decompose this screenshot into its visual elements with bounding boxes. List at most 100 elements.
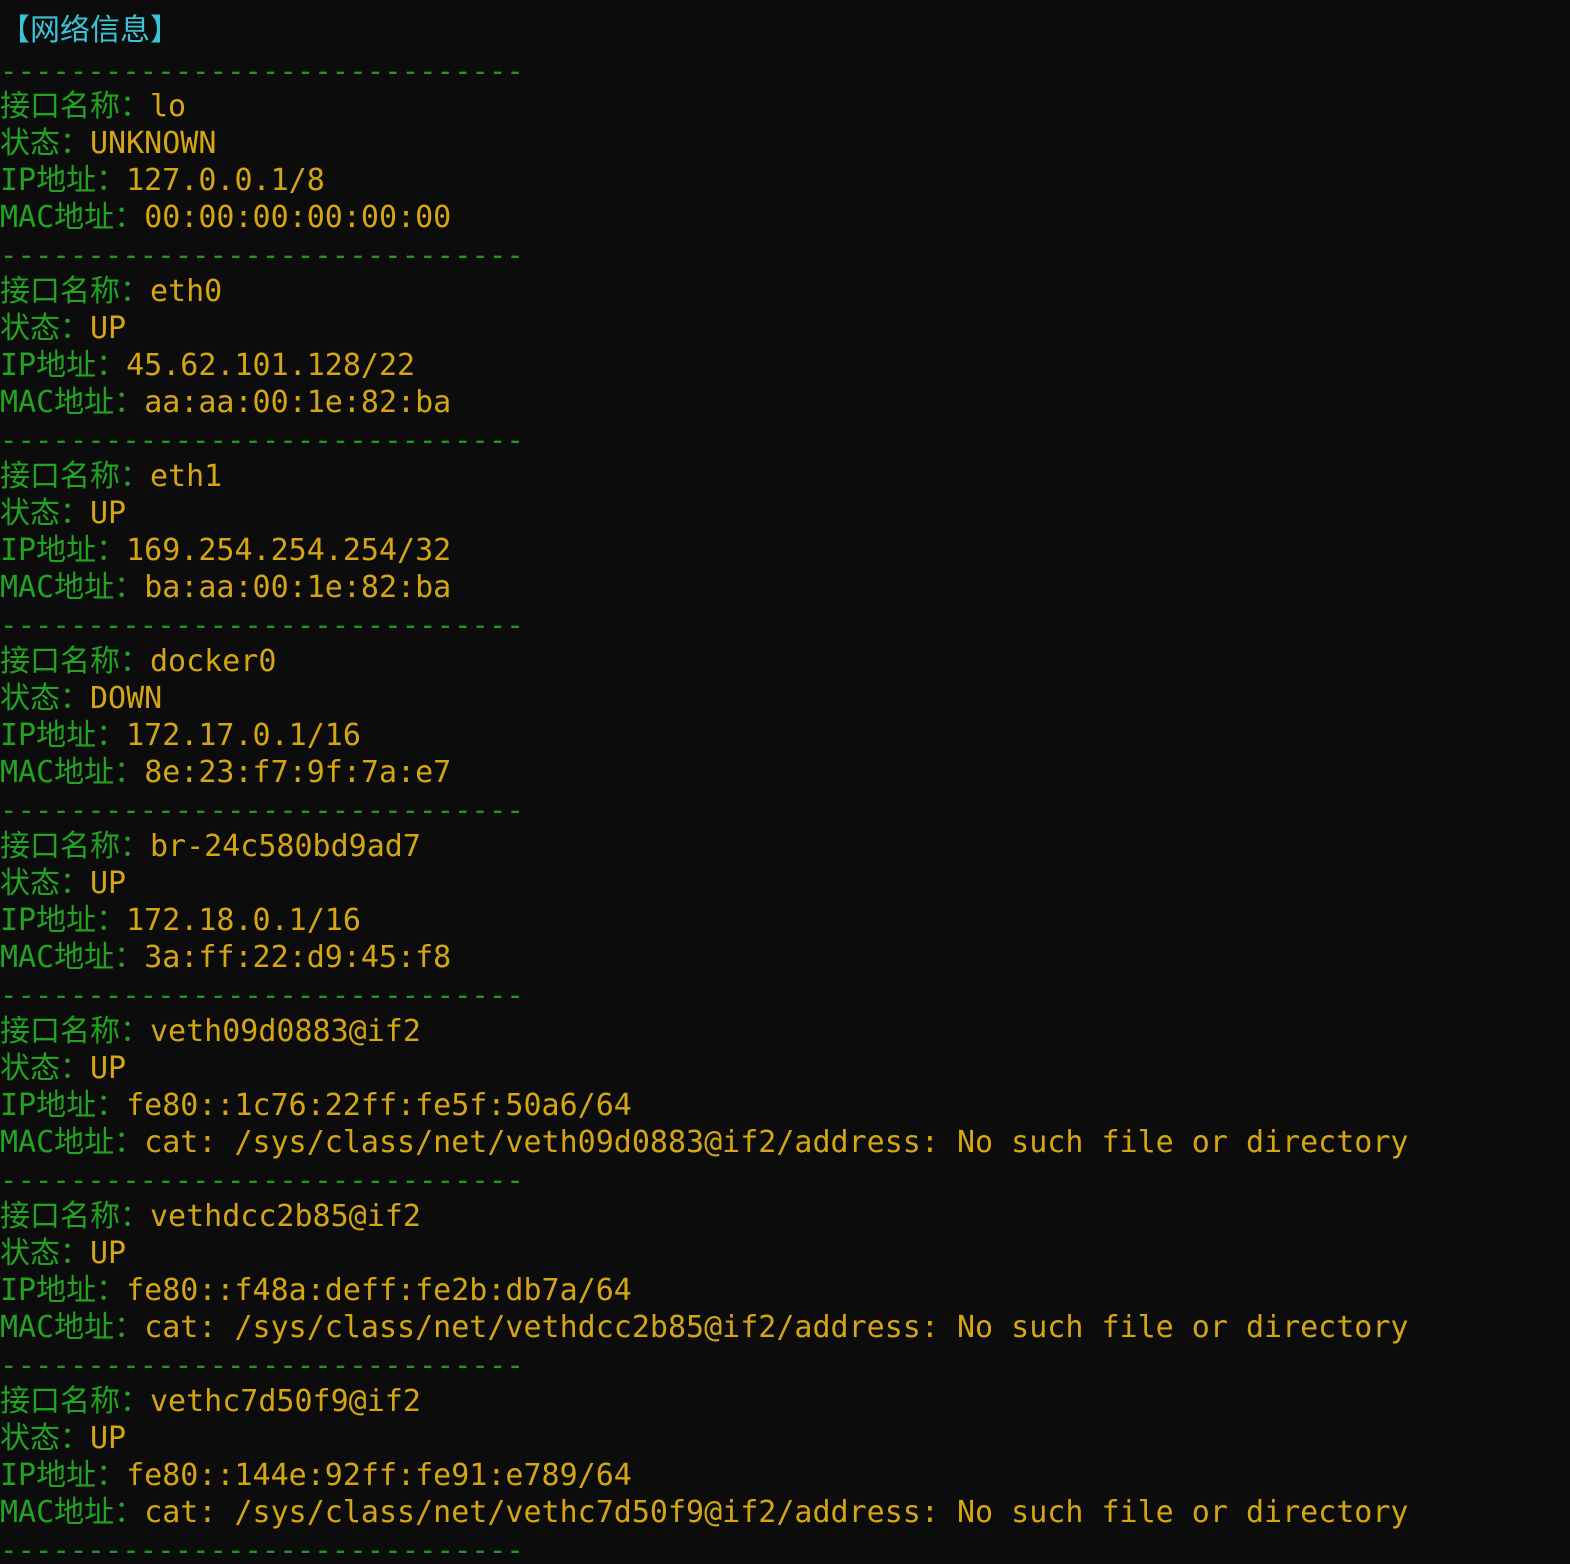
interface-ip-value: fe80::f48a:deff:fe2b:db7a/64: [126, 1273, 632, 1308]
separator-line: ------------------------------: [0, 608, 524, 642]
interface-mac-line: MAC地址：3a:ff:22:d9:45:f8: [0, 939, 451, 976]
interface-state-line: 状态：DOWN: [0, 680, 162, 717]
separator-line: ------------------------------: [0, 238, 524, 272]
interface-state-value: UNKNOWN: [90, 126, 217, 161]
interface-ip-label: IP地址：: [0, 1088, 127, 1123]
interface-state-line: 状态：UP: [0, 1050, 126, 1087]
interface-state-line: 状态：UP: [0, 865, 126, 902]
interface-name-label: 接口名称：: [0, 1014, 150, 1049]
interface-mac-value: cat: /sys/class/net/vethc7d50f9@if2/addr…: [144, 1495, 1409, 1530]
interface-name-value: br-24c580bd9ad7: [150, 829, 421, 864]
interface-mac-label: MAC地址：: [0, 1495, 145, 1530]
separator-line: ------------------------------: [0, 54, 524, 88]
interface-mac-line: MAC地址：ba:aa:00:1e:82:ba: [0, 569, 451, 606]
interface-state-line: 状态：UP: [0, 310, 126, 347]
interface-name-label: 接口名称：: [0, 459, 150, 494]
interface-state-line: 状态：UNKNOWN: [0, 125, 216, 162]
interface-mac-line: MAC地址：cat: /sys/class/net/vethdcc2b85@if…: [0, 1309, 1409, 1346]
interface-name-label: 接口名称：: [0, 644, 150, 679]
interface-mac-value: ba:aa:00:1e:82:ba: [144, 570, 452, 605]
interface-ip-label: IP地址：: [0, 533, 127, 568]
interface-mac-label: MAC地址：: [0, 570, 145, 605]
separator-line: ------------------------------: [0, 793, 524, 827]
interface-state-line: 状态：UP: [0, 495, 126, 532]
section-title: 【网络信息】: [0, 13, 180, 48]
interface-name-value: eth0: [150, 274, 223, 309]
interface-ip-label: IP地址：: [0, 903, 127, 938]
interface-ip-label: IP地址：: [0, 163, 127, 198]
interface-mac-label: MAC地址：: [0, 940, 145, 975]
interface-name-value: vethc7d50f9@if2: [150, 1384, 421, 1419]
interface-mac-value: cat: /sys/class/net/veth09d0883@if2/addr…: [144, 1125, 1409, 1160]
separator-line: ------------------------------: [0, 1348, 524, 1382]
interface-mac-label: MAC地址：: [0, 385, 145, 420]
interface-ip-value: 172.17.0.1/16: [126, 718, 361, 753]
separator-line: ------------------------------: [0, 1533, 524, 1564]
interface-state-label: 状态：: [0, 866, 90, 901]
separator-line: ------------------------------: [0, 978, 524, 1012]
interface-state-label: 状态：: [0, 1051, 90, 1086]
interface-ip-label: IP地址：: [0, 348, 127, 383]
interface-name-line: 接口名称：vethc7d50f9@if2: [0, 1383, 421, 1420]
terminal-window[interactable]: 【网络信息】 ------------------------------ 接口…: [0, 0, 1570, 1564]
interface-mac-value: aa:aa:00:1e:82:ba: [144, 385, 452, 420]
interface-ip-line: IP地址：172.18.0.1/16: [0, 902, 361, 939]
interface-state-label: 状态：: [0, 1236, 90, 1271]
interface-name-line: 接口名称：lo: [0, 88, 186, 125]
interface-state-line: 状态：UP: [0, 1420, 126, 1457]
interface-mac-value: 8e:23:f7:9f:7a:e7: [144, 755, 452, 790]
interface-ip-line: IP地址：127.0.0.1/8: [0, 162, 325, 199]
interface-name-label: 接口名称：: [0, 1199, 150, 1234]
interface-state-value: UP: [90, 496, 127, 531]
interface-state-value: UP: [90, 866, 127, 901]
interface-ip-value: 172.18.0.1/16: [126, 903, 361, 938]
interface-mac-label: MAC地址：: [0, 1310, 145, 1345]
separator-line: ------------------------------: [0, 1163, 524, 1197]
interface-ip-label: IP地址：: [0, 1458, 127, 1493]
interface-ip-value: 169.254.254.254/32: [126, 533, 452, 568]
interface-ip-value: 127.0.0.1/8: [126, 163, 325, 198]
interface-state-value: UP: [90, 1421, 127, 1456]
interface-name-label: 接口名称：: [0, 1384, 150, 1419]
interface-ip-value: fe80::1c76:22ff:fe5f:50a6/64: [126, 1088, 632, 1123]
interface-name-line: 接口名称：eth0: [0, 273, 222, 310]
interface-mac-line: MAC地址：00:00:00:00:00:00: [0, 199, 451, 236]
interface-name-value: docker0: [150, 644, 277, 679]
interface-name-label: 接口名称：: [0, 89, 150, 124]
interface-ip-line: IP地址：fe80::1c76:22ff:fe5f:50a6/64: [0, 1087, 632, 1124]
interface-state-value: DOWN: [90, 681, 163, 716]
interface-mac-line: MAC地址：cat: /sys/class/net/veth09d0883@if…: [0, 1124, 1409, 1161]
interface-name-line: 接口名称：br-24c580bd9ad7: [0, 828, 421, 865]
interface-name-label: 接口名称：: [0, 829, 150, 864]
interface-state-value: UP: [90, 311, 127, 346]
interface-state-label: 状态：: [0, 496, 90, 531]
interface-mac-line: MAC地址：8e:23:f7:9f:7a:e7: [0, 754, 451, 791]
separator-line: ------------------------------: [0, 423, 524, 457]
interface-mac-label: MAC地址：: [0, 1125, 145, 1160]
interface-ip-line: IP地址：fe80::f48a:deff:fe2b:db7a/64: [0, 1272, 632, 1309]
interface-mac-label: MAC地址：: [0, 200, 145, 235]
interface-state-label: 状态：: [0, 126, 90, 161]
interface-mac-value: 3a:ff:22:d9:45:f8: [144, 940, 452, 975]
interface-state-value: UP: [90, 1051, 127, 1086]
interface-ip-line: IP地址：172.17.0.1/16: [0, 717, 361, 754]
interface-mac-line: MAC地址：aa:aa:00:1e:82:ba: [0, 384, 451, 421]
interface-mac-value: cat: /sys/class/net/vethdcc2b85@if2/addr…: [144, 1310, 1409, 1345]
interface-name-line: 接口名称：vethdcc2b85@if2: [0, 1198, 421, 1235]
interface-name-value: veth09d0883@if2: [150, 1014, 421, 1049]
interface-name-value: vethdcc2b85@if2: [150, 1199, 421, 1234]
interface-ip-line: IP地址：169.254.254.254/32: [0, 532, 451, 569]
interface-name-value: lo: [150, 89, 187, 124]
interface-state-line: 状态：UP: [0, 1235, 126, 1272]
interface-state-label: 状态：: [0, 311, 90, 346]
interface-mac-label: MAC地址：: [0, 755, 145, 790]
interface-ip-value: 45.62.101.128/22: [126, 348, 416, 383]
interface-state-value: UP: [90, 1236, 127, 1271]
interface-ip-value: fe80::144e:92ff:fe91:e789/64: [126, 1458, 632, 1493]
interface-ip-line: IP地址：fe80::144e:92ff:fe91:e789/64: [0, 1457, 632, 1494]
interface-name-line: 接口名称：docker0: [0, 643, 276, 680]
interface-name-label: 接口名称：: [0, 274, 150, 309]
interface-mac-value: 00:00:00:00:00:00: [144, 200, 452, 235]
interface-state-label: 状态：: [0, 1421, 90, 1456]
interface-ip-line: IP地址：45.62.101.128/22: [0, 347, 415, 384]
